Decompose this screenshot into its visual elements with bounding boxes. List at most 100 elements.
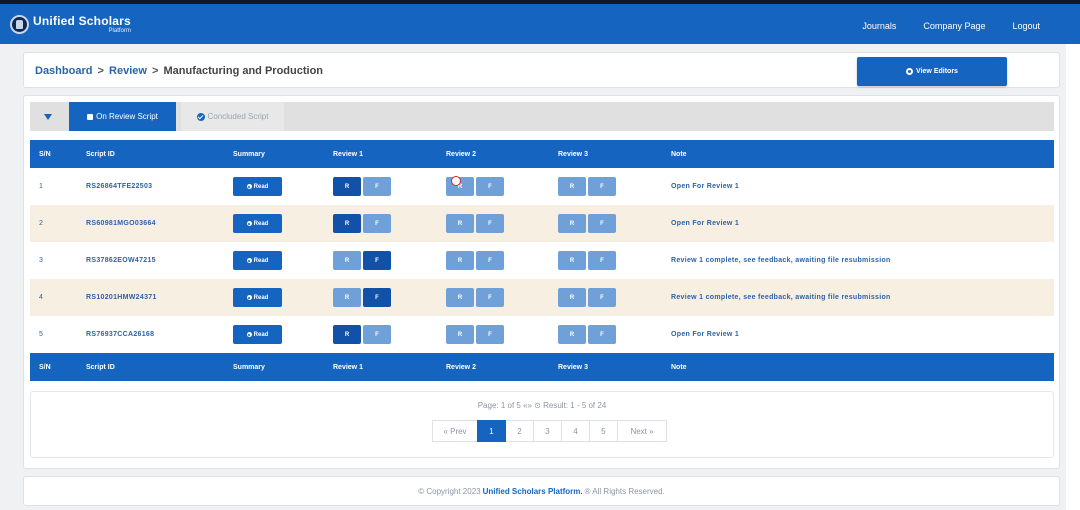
review-1-r-button[interactable]: R [333,325,361,344]
footer-copyright: © Copyright 2023 [418,486,481,496]
view-editors-button[interactable]: View Editors [857,57,1007,86]
tab-on-review-script[interactable]: On Review Script [69,102,176,131]
row-sn: 2 [39,220,43,227]
breadcrumb-card: Dashboard > Review > Manufacturing and P… [23,52,1060,88]
table-row: 4 RS10201HMW24371 Read RF RF RF Review 1… [30,279,1054,316]
pagination-page-3[interactable]: 3 [533,420,562,442]
review-1-f-button[interactable]: F [363,177,391,196]
page-footer: © Copyright 2023 Unified Scholars Platfo… [23,476,1060,506]
row-script-id: RS60981MGO03664 [86,220,156,227]
review-1-f-button[interactable]: F [363,288,391,307]
brand-logo-link[interactable]: Unified Scholars Platform [10,15,131,34]
pagination-page-1[interactable]: 1 [477,420,506,442]
table-row: 2 RS60981MGO03664 Read RF RF RF Open For… [30,205,1054,242]
breadcrumb: Dashboard > Review > Manufacturing and P… [35,65,323,77]
review-2-f-button[interactable]: F [476,214,504,233]
review-2-r-button[interactable]: R [446,176,474,196]
row-note: Open For Review 1 [671,331,740,338]
read-button[interactable]: Read [233,251,282,270]
breadcrumb-separator: > [97,65,104,77]
col-sn: S/N [39,150,51,158]
row-script-id: RS37862EOW47215 [86,257,156,264]
review-1-f-button[interactable]: F [363,325,391,344]
table-header: S/N Script ID Summary Review 1 Review 2 … [30,140,1054,168]
review-1-r-button[interactable]: R [333,288,361,307]
row-sn: 5 [39,331,43,338]
review-1-r-button[interactable]: R [333,214,361,233]
footer-rights: ® All Rights Reserved. [584,486,665,496]
pagination-next[interactable]: Next » [617,420,667,442]
col-summary: Summary [233,363,265,371]
review-3-f-button[interactable]: F [588,251,616,270]
top-navbar: Unified Scholars Platform Journals Compa… [0,0,1080,44]
review-2-r-button[interactable]: R [446,325,474,344]
eye-icon [246,221,252,226]
row-note: Review 1 complete, see feedback, awaitin… [671,257,891,264]
review-2-f-button[interactable]: F [476,251,504,270]
tab-concluded-script[interactable]: Concluded Script [181,102,284,131]
pagination-page-5[interactable]: 5 [589,420,618,442]
col-review-3: Review 3 [558,363,588,371]
filter-button[interactable] [30,102,66,131]
read-label: Read [253,257,269,264]
review-2-f-button[interactable]: F [476,325,504,344]
read-label: Read [253,183,269,190]
review-2-r-button[interactable]: R [446,214,474,233]
read-button[interactable]: Read [233,214,282,233]
pagination-page-4[interactable]: 4 [561,420,590,442]
filter-bar: On Review Script Concluded Script [30,102,1054,131]
breadcrumb-dashboard[interactable]: Dashboard [35,65,92,77]
row-sn: 3 [39,257,43,264]
review-3-r-button[interactable]: R [558,214,586,233]
read-label: Read [253,220,269,227]
review-3-r-button[interactable]: R [558,251,586,270]
pagination-summary: Page: 1 of 5 «» ⊙ Result: 1 - 5 of 24 [477,401,607,410]
nav-logout[interactable]: Logout [1012,21,1040,31]
row-note: Review 1 complete, see feedback, awaitin… [671,294,891,301]
review-3-r-button[interactable]: R [558,325,586,344]
review-3-f-button[interactable]: F [588,177,616,196]
read-button[interactable]: Read [233,288,282,307]
nav-links: Journals Company Page Logout [862,21,1040,31]
nav-company-page[interactable]: Company Page [923,21,985,31]
review-3-r-button[interactable]: R [558,177,586,196]
read-button[interactable]: Read [233,177,282,196]
review-2-r-button[interactable]: R [446,251,474,270]
review-2-r-button[interactable]: R [446,288,474,307]
thumbs-up-icon [87,113,94,120]
shield-logo-icon [10,15,29,34]
review-1-f-button[interactable]: F [363,251,391,270]
row-script-id: RS10201HMW24371 [86,294,157,301]
pagination-prev[interactable]: « Prev [432,420,478,442]
breadcrumb-current: Manufacturing and Production [163,65,324,77]
review-2-f-button[interactable]: F [476,177,504,196]
review-3-f-button[interactable]: F [588,288,616,307]
col-note: Note [671,363,687,371]
breadcrumb-review[interactable]: Review [109,65,147,77]
col-script-id: Script ID [86,150,115,158]
review-1-f-button[interactable]: F [363,214,391,233]
footer-brand-link[interactable]: Unified Scholars Platform. [483,487,583,496]
eye-icon [246,258,252,263]
review-3-f-button[interactable]: F [588,325,616,344]
review-1-r-button[interactable]: R [333,177,361,196]
brand-text: Unified Scholars Platform [33,15,131,34]
review-3-f-button[interactable]: F [588,214,616,233]
eye-icon [246,184,252,189]
scripts-table: S/N Script ID Summary Review 1 Review 2 … [30,140,1054,381]
pagination-page-2[interactable]: 2 [505,420,534,442]
nav-journals[interactable]: Journals [862,21,896,31]
read-button[interactable]: Read [233,325,282,344]
table-row: 5 RS76937CCA26168 Read RF RF RF Open For… [30,316,1054,353]
col-script-id: Script ID [86,363,115,371]
col-sn: S/N [39,363,51,371]
review-3-r-button[interactable]: R [558,288,586,307]
eye-icon [246,295,252,300]
review-1-r-button[interactable]: R [333,251,361,270]
brand-name: Unified Scholars [33,14,131,28]
review-2-f-button[interactable]: F [476,288,504,307]
row-note: Open For Review 1 [671,220,740,227]
breadcrumb-separator: > [152,65,159,77]
filter-icon [44,113,52,120]
col-review-1: Review 1 [333,150,363,158]
